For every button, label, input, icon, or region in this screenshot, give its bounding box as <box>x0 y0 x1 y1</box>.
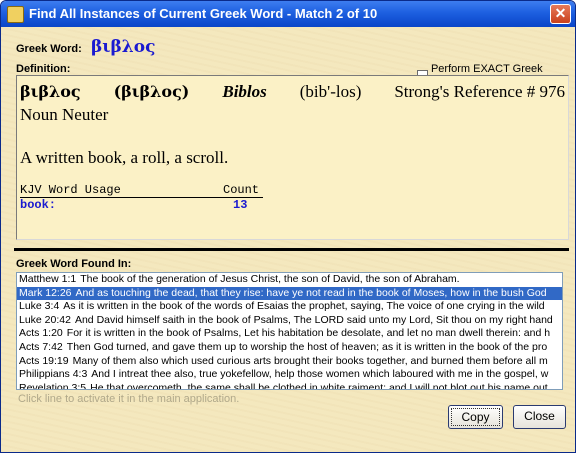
definition-panel: βιβλος (βιβλος) Biblos (bib'-los) Strong… <box>16 75 569 240</box>
definition-greek-paren: (βιβλος) <box>113 82 190 101</box>
definition-header: βιβλος (βιβλος) Biblos (bib'-los) Strong… <box>20 82 565 102</box>
definition-transliteration: Biblos <box>222 82 267 101</box>
copy-button[interactable]: Copy <box>448 405 503 429</box>
close-button[interactable]: Close <box>513 405 566 429</box>
usage-row: book: 13 <box>20 198 263 212</box>
part-of-speech: Noun Neuter <box>20 105 109 124</box>
usage-header: KJV Word Usage Count <box>20 183 263 198</box>
close-icon[interactable]: ✕ <box>550 4 571 24</box>
verse-list[interactable]: Matthew 1:1 The book of the generation of… <box>16 272 563 390</box>
list-item-selected[interactable]: Mark 12:26 And as touching the dead, that… <box>17 286 562 301</box>
definition-meaning: A written book, a roll, a scroll. <box>20 148 229 167</box>
greek-word-value: βιβλος <box>91 37 156 57</box>
list-item[interactable]: Matthew 1:1 The book of the generation of… <box>17 273 562 287</box>
found-in-label: Greek Word Found In: <box>16 258 132 270</box>
greek-word-label: Greek Word: <box>16 43 82 55</box>
usage-header-word: KJV Word Usage <box>20 183 121 197</box>
list-item[interactable]: Luke 3:4 As it is written in the book of … <box>17 300 562 314</box>
definition-greek: βιβλος <box>20 82 81 101</box>
list-item[interactable]: Acts 1:20 For it is written in the book o… <box>17 327 562 341</box>
list-item[interactable]: Philippians 4:3 And I intreat thee also, … <box>17 368 562 382</box>
strongs-reference: Strong's Reference # 976 <box>394 82 565 101</box>
usage-count: 13 <box>233 198 248 212</box>
list-item[interactable]: Acts 19:19 Many of them also which used c… <box>17 355 562 369</box>
definition-label: Definition: <box>16 63 71 75</box>
list-item[interactable]: Luke 20:42 And David himself saith in the… <box>17 314 562 328</box>
usage-word: book: <box>20 198 57 212</box>
hint-text: Click line to activate it in the main ap… <box>18 393 240 405</box>
copy-button-label[interactable]: Copy <box>451 408 500 426</box>
kjv-usage-table: KJV Word Usage Count book: 13 <box>20 183 263 212</box>
definition-pronunciation: (bib'-los) <box>299 82 362 101</box>
title-bar[interactable]: Find All Instances of Current Greek Word… <box>1 1 575 27</box>
list-item[interactable]: Acts 7:42 Then God turned, and gave them … <box>17 341 562 355</box>
window-title: Find All Instances of Current Greek Word… <box>29 6 378 21</box>
list-item[interactable]: Revelation 3:5 He that overcometh, the sa… <box>17 382 562 389</box>
section-divider <box>14 248 569 251</box>
usage-header-count: Count <box>223 183 260 197</box>
find-greek-word-dialog: Find All Instances of Current Greek Word… <box>0 0 576 453</box>
app-icon <box>7 6 24 23</box>
